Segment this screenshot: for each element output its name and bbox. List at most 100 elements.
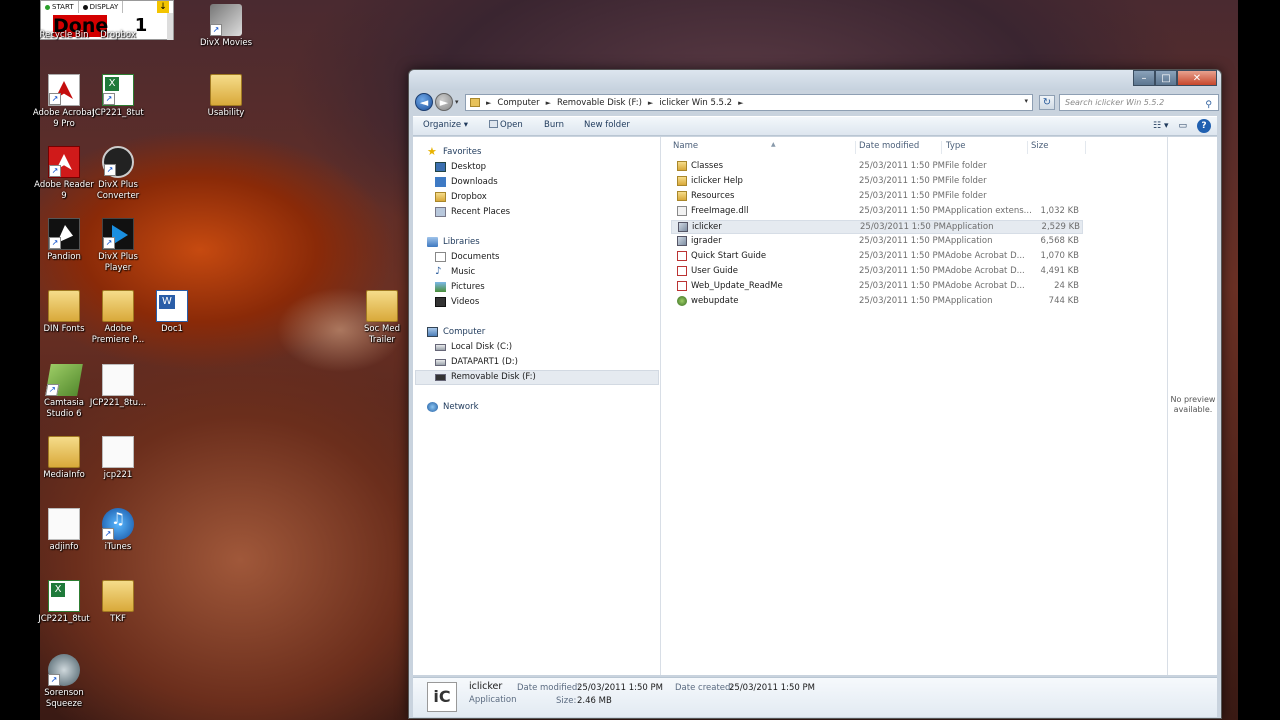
new-folder-button[interactable]: New folder [584, 120, 630, 130]
file-type: Application [946, 222, 994, 232]
breadcrumb-computer[interactable]: Computer [497, 98, 539, 108]
display-dot-icon [82, 4, 88, 10]
start-button[interactable]: START [41, 1, 79, 13]
nav-documents[interactable]: Documents [435, 250, 499, 264]
desktop-icon-divx-plus-converter[interactable]: DivX Plus Converter [86, 146, 150, 202]
address-dropdown-icon[interactable]: ▾ [1024, 97, 1028, 105]
desktop-icon-tkf[interactable]: TKF [86, 580, 150, 625]
nav-removable-disk-f[interactable]: Removable Disk (F:) [435, 370, 536, 384]
details-file-name: iclicker [469, 681, 503, 692]
file-type: File folder [945, 161, 987, 171]
file-date: 25/03/2011 1:50 PM [859, 206, 945, 216]
file-size: 744 KB [1048, 296, 1079, 306]
nav-videos[interactable]: Videos [435, 295, 479, 309]
widget-menu-arrow-icon[interactable]: ↓ [157, 1, 169, 13]
file-row[interactable]: Web_Update_ReadMe 25/03/2011 1:50 PM Ado… [671, 280, 1083, 294]
nav-datapart1-d[interactable]: DATAPART1 (D:) [435, 355, 518, 369]
desktop-icon-usability[interactable]: Usability [194, 74, 258, 119]
forward-button[interactable]: ► [435, 93, 453, 111]
folder-icon [210, 74, 242, 106]
organize-button[interactable]: Organize ▾ [423, 120, 468, 130]
desktop-icon-sorenson-squeeze[interactable]: Sorenson Squeeze [32, 654, 96, 710]
desktop-icon-jcp221[interactable]: jcp221 [86, 436, 150, 481]
file-row[interactable]: Quick Start Guide 25/03/2011 1:50 PM Ado… [671, 250, 1083, 264]
desktop-icon-jcp221-8tu[interactable]: JCP221_8tu... [86, 364, 150, 409]
videos-icon [435, 297, 446, 307]
desktop-icon-label: Camtasia Studio 6 [44, 398, 84, 419]
nav-label: Desktop [451, 162, 487, 172]
preview-pane-toggle[interactable]: ▭ [1178, 121, 1187, 131]
file-type: Application [945, 296, 993, 306]
views-button[interactable]: ☷ ▾ [1153, 121, 1168, 131]
file-type: Adobe Acrobat D... [945, 251, 1025, 261]
desktop-icon-label: Adobe Reader 9 [34, 180, 94, 201]
file-list[interactable]: Name ▲ Date modified Type Size Classes 2… [661, 137, 1167, 675]
column-divider[interactable] [1085, 141, 1086, 154]
desktop-icon-divx-movies[interactable]: DivX Movies [194, 4, 258, 49]
desktop-icon-divx-plus-player[interactable]: DivX Plus Player [86, 218, 150, 274]
desktop-icon-dropbox[interactable]: Dropbox [86, 30, 150, 41]
file-row[interactable]: igrader 25/03/2011 1:50 PM Application 6… [671, 235, 1083, 249]
chevron-right-icon[interactable]: ► [738, 99, 743, 107]
file-row[interactable]: webupdate 25/03/2011 1:50 PM Application… [671, 295, 1083, 309]
nav-computer[interactable]: Computer [427, 325, 485, 339]
folder-icon [366, 290, 398, 322]
chevron-right-icon[interactable]: ► [648, 99, 653, 107]
maximize-button[interactable]: □ [1155, 70, 1177, 86]
nav-pictures[interactable]: Pictures [435, 280, 485, 294]
file-row[interactable]: Resources 25/03/2011 1:50 PM File folder [671, 190, 1083, 204]
help-icon[interactable]: ? [1197, 119, 1211, 133]
navigation-pane[interactable]: ★ Favorites Desktop Downloads Dropbox Re… [413, 137, 661, 675]
itunes-icon [102, 508, 134, 540]
search-icon[interactable]: ⚲ [1205, 98, 1212, 113]
close-button[interactable]: ✕ [1177, 70, 1217, 86]
nav-music[interactable]: ♪ Music [435, 265, 475, 279]
desktop-icon-doc1[interactable]: Doc1 [140, 290, 204, 335]
column-divider[interactable] [1027, 141, 1028, 154]
nav-dropbox[interactable]: Dropbox [435, 190, 487, 204]
file-row[interactable]: Classes 25/03/2011 1:50 PM File folder [671, 160, 1083, 174]
desktop-icon-jcp221-8tut[interactable]: JCP221_8tut [86, 74, 150, 119]
column-header-type[interactable]: Type [946, 141, 966, 155]
chevron-right-icon[interactable]: ► [546, 99, 551, 107]
back-button[interactable]: ◄ [415, 93, 433, 111]
file-date: 25/03/2011 1:50 PM [859, 266, 945, 276]
nav-libraries[interactable]: Libraries [427, 235, 480, 249]
desktop-icon-label: Dropbox [100, 30, 136, 40]
file-row[interactable]: FreeImage.dll 25/03/2011 1:50 PM Applica… [671, 205, 1083, 219]
column-divider[interactable] [941, 141, 942, 154]
breadcrumb-iclicker-folder[interactable]: iclicker Win 5.5.2 [659, 98, 732, 108]
column-divider[interactable] [855, 141, 856, 154]
refresh-button[interactable]: ↻ [1039, 95, 1055, 110]
network-icon [427, 402, 438, 412]
address-bar[interactable]: ► Computer ► Removable Disk (F:) ► iclic… [465, 94, 1033, 111]
nav-recent-places[interactable]: Recent Places [435, 205, 510, 219]
recent-pages-dropdown[interactable]: ▾ [455, 98, 459, 106]
nav-local-disk-c[interactable]: Local Disk (C:) [435, 340, 512, 354]
widget-scrollbar[interactable] [167, 13, 173, 40]
desktop-icon-label: Usability [207, 108, 245, 118]
file-row[interactable]: User Guide 25/03/2011 1:50 PM Adobe Acro… [671, 265, 1083, 279]
column-header-name[interactable]: Name ▲ [673, 141, 776, 155]
desktop-icon-soc-med-trailer[interactable]: Soc Med Trailer [358, 290, 406, 346]
desktop-icon-itunes[interactable]: iTunes [86, 508, 150, 553]
file-row-selected[interactable]: iclicker 25/03/2011 1:50 PM Application … [671, 220, 1083, 234]
nav-network[interactable]: Network [427, 400, 479, 414]
display-button[interactable]: DISPLAY [79, 1, 124, 13]
breadcrumb-removable-disk[interactable]: Removable Disk (F:) [557, 98, 642, 108]
desktop-icon-label: JCP221_8tut [38, 614, 90, 624]
column-header-size[interactable]: Size [1031, 141, 1048, 155]
nav-downloads[interactable]: Downloads [435, 175, 498, 189]
file-name: iclicker Help [691, 176, 743, 186]
minimize-button[interactable]: – [1133, 70, 1155, 86]
nav-favorites[interactable]: ★ Favorites [427, 145, 481, 159]
search-input[interactable]: Search iclicker Win 5.5.2 ⚲ [1059, 94, 1219, 111]
window-titlebar[interactable]: – □ ✕ [409, 70, 1221, 90]
burn-button[interactable]: Burn [544, 120, 564, 130]
open-button[interactable]: Open [489, 120, 523, 130]
column-header-date-modified[interactable]: Date modified [859, 141, 919, 155]
file-row[interactable]: iclicker Help 25/03/2011 1:50 PM File fo… [671, 175, 1083, 189]
explorer-window[interactable]: – □ ✕ ◄ ► ▾ ► Computer ► Removable Disk … [408, 69, 1222, 719]
chevron-right-icon[interactable]: ► [486, 99, 491, 107]
nav-desktop[interactable]: Desktop [435, 160, 486, 174]
